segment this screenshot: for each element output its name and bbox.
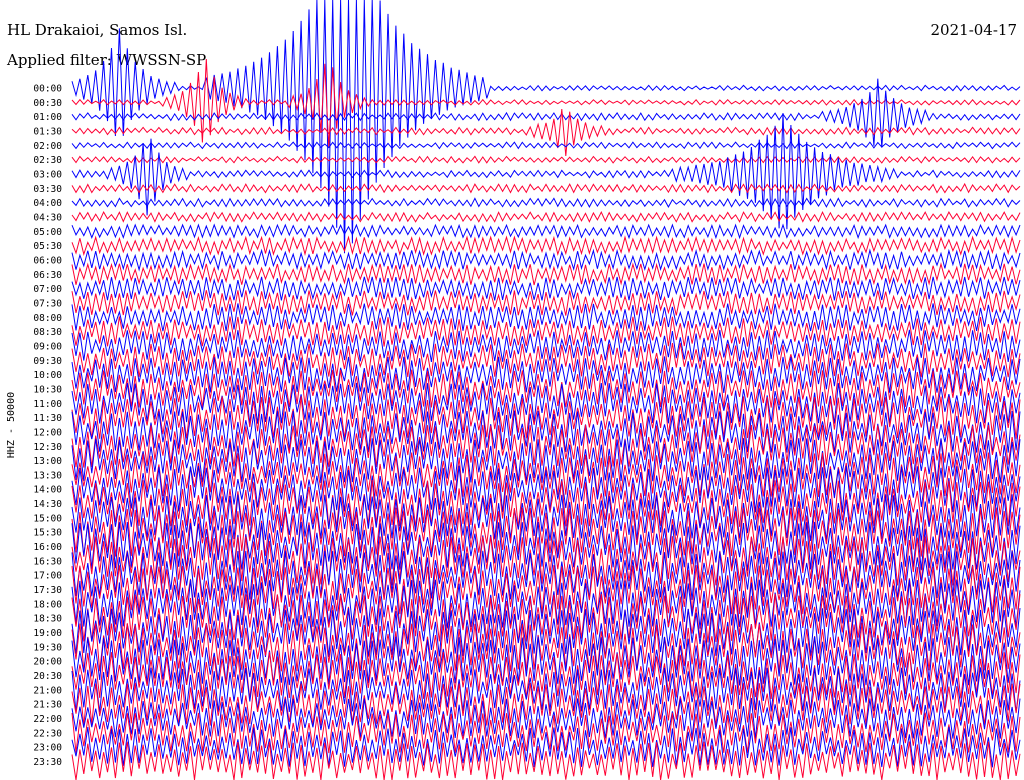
time-tick-label: 03:00 xyxy=(33,169,62,180)
helicorder-plot: 00:00 00:30 01:00 01:30 02:00 02:30 03:00 03:30… xyxy=(6,0,1021,780)
trace-row-0230 xyxy=(71,155,1021,164)
trace-row-0030 xyxy=(71,58,1021,148)
channel-label: HHZ - 50000 xyxy=(6,392,17,458)
time-tick-label: 15:00 xyxy=(33,513,62,524)
trace-row-0130 xyxy=(71,108,1021,157)
time-tick-label: 22:30 xyxy=(33,728,62,739)
time-tick-label: 10:00 xyxy=(33,370,62,381)
time-tick-label: 11:00 xyxy=(33,399,62,410)
trace-row-0430 xyxy=(71,210,1021,223)
trace-row-1430 xyxy=(71,480,1021,528)
time-tick-label: 01:30 xyxy=(33,126,62,137)
trace-row-0000 xyxy=(71,0,1021,254)
time-tick-label: 17:00 xyxy=(33,571,62,582)
time-tick-label: 21:30 xyxy=(33,700,62,711)
time-tick-label: 17:30 xyxy=(33,585,62,596)
time-tick-label: 00:00 xyxy=(33,84,62,95)
time-tick-label: 15:30 xyxy=(33,528,62,539)
time-tick-label: 02:30 xyxy=(33,155,62,166)
time-tick-label: 18:30 xyxy=(33,614,62,625)
time-tick-label: 23:00 xyxy=(33,743,62,754)
time-tick-label: 23:30 xyxy=(33,757,62,768)
time-tick-label: 13:30 xyxy=(33,470,62,481)
time-tick-label: 11:30 xyxy=(33,413,62,424)
time-tick-label: 12:30 xyxy=(33,442,62,453)
time-tick-label: 08:00 xyxy=(33,313,62,324)
time-tick-label: 05:30 xyxy=(33,241,62,252)
time-tick-label: 07:30 xyxy=(33,298,62,309)
trace-row-0400 xyxy=(71,197,1021,209)
time-tick-label: 19:00 xyxy=(33,628,62,639)
trace-row-0330 xyxy=(71,182,1021,194)
time-tick-label: 16:30 xyxy=(33,556,62,567)
trace-row-1500 xyxy=(71,494,1021,542)
time-axis: 00:00 00:30 01:00 01:30 02:00 02:30 03:00 03:30… xyxy=(33,84,62,769)
time-tick-label: 10:30 xyxy=(33,384,62,395)
time-tick-label: 06:00 xyxy=(33,255,62,266)
trace-row-0830 xyxy=(71,316,1021,347)
trace-row-0730 xyxy=(71,290,1021,316)
trace-row-2330 xyxy=(71,741,1021,780)
time-tick-label: 14:00 xyxy=(33,485,62,496)
trace-row-0500 xyxy=(71,223,1021,240)
trace-group xyxy=(71,0,1021,780)
trace-row-2300 xyxy=(71,726,1021,768)
time-tick-label: 22:00 xyxy=(33,714,62,725)
time-tick-label: 18:00 xyxy=(33,599,62,610)
time-tick-label: 04:00 xyxy=(33,198,62,209)
time-tick-label: 07:00 xyxy=(33,284,62,295)
time-tick-label: 12:00 xyxy=(33,427,62,438)
trace-row-0200 xyxy=(71,141,1021,150)
time-tick-label: 09:30 xyxy=(33,356,62,367)
trace-row-0700 xyxy=(71,276,1021,301)
time-tick-label: 02:00 xyxy=(33,141,62,152)
time-tick-label: 14:30 xyxy=(33,499,62,510)
time-tick-label: 06:30 xyxy=(33,270,62,281)
time-tick-label: 01:00 xyxy=(33,112,62,123)
time-tick-label: 20:00 xyxy=(33,657,62,668)
time-tick-label: 05:00 xyxy=(33,227,62,238)
time-tick-label: 20:30 xyxy=(33,671,62,682)
time-tick-label: 13:00 xyxy=(33,456,62,467)
time-tick-label: 08:30 xyxy=(33,327,62,338)
time-tick-label: 21:00 xyxy=(33,685,62,696)
time-tick-label: 00:30 xyxy=(33,98,62,109)
time-tick-label: 09:00 xyxy=(33,341,62,352)
time-tick-label: 19:30 xyxy=(33,642,62,653)
time-tick-label: 04:30 xyxy=(33,212,62,223)
trace-row-0100 xyxy=(71,78,1021,148)
time-tick-label: 03:30 xyxy=(33,184,62,195)
time-tick-label: 16:00 xyxy=(33,542,62,553)
